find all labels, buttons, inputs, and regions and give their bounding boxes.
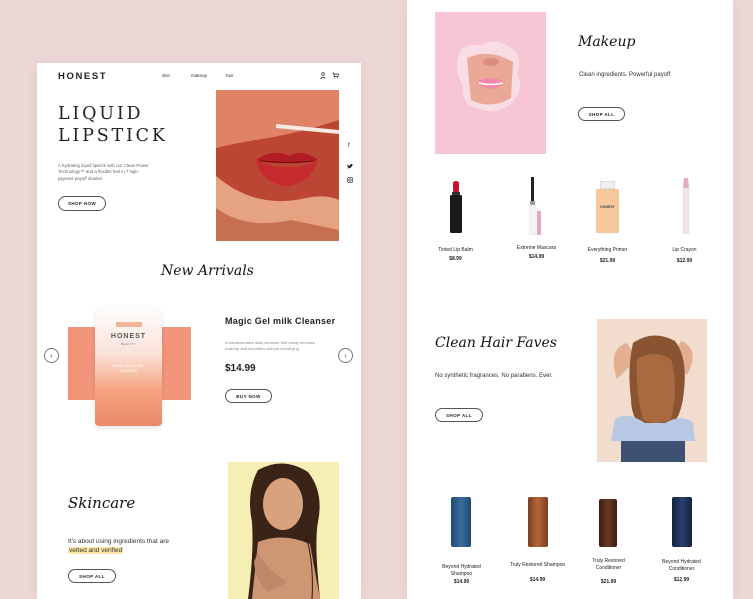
nav-link-makeup[interactable]: makeup xyxy=(191,73,207,78)
product-name[interactable]: Magic Gel milk Cleanser xyxy=(225,316,335,326)
product-name-mascara[interactable]: Extreme Mascara xyxy=(508,245,565,252)
makeup-image xyxy=(435,12,546,154)
hair-model-image xyxy=(597,319,707,462)
chevron-right-icon[interactable]: › xyxy=(338,348,353,363)
hero-title-line2: LIPSTICK xyxy=(58,126,168,146)
product-price-restored-conditioner: $21.99 xyxy=(600,579,617,585)
brand-logo[interactable]: HONEST xyxy=(58,71,107,82)
product-price-restored-shampoo: $14.99 xyxy=(529,577,546,583)
left-page-preview: HONEST skin makeup hair LIQUID LIPSTICK … xyxy=(37,63,361,599)
hair-shop-all-button[interactable]: SHOP ALL xyxy=(435,408,483,422)
product-name-beyond-conditioner[interactable]: Beyond Hydrated Conditioner xyxy=(653,559,710,573)
product-image-restored-conditioner[interactable] xyxy=(599,499,617,547)
product-price: $14.99 xyxy=(225,363,256,374)
product-name-lip-crayon[interactable]: Lip Crayon xyxy=(656,247,713,254)
skincare-model-image xyxy=(228,462,339,599)
cart-icon[interactable] xyxy=(332,72,339,79)
product-image-lip-balm[interactable] xyxy=(450,181,462,238)
facebook-icon[interactable]: f xyxy=(348,143,350,149)
product-name-primer[interactable]: Everything Primer xyxy=(579,247,636,254)
hair-subtitle: No synthetic fragrances. No parabens. Ev… xyxy=(435,373,553,379)
product-image-restored-shampoo[interactable] xyxy=(528,497,548,547)
user-icon[interactable] xyxy=(320,72,326,79)
buy-now-button[interactable]: BUY NOW xyxy=(225,389,272,403)
product-name-beyond-shampoo[interactable]: Beyond Hydrated Shampoo xyxy=(433,564,490,578)
right-page-preview: Makeup Clean ingredients. Powerful payof… xyxy=(407,0,733,599)
makeup-heading: Makeup xyxy=(578,34,636,50)
hero-lips-image xyxy=(216,90,339,241)
product-image-primer[interactable]: HONEST xyxy=(596,181,619,233)
nav-link-hair[interactable]: hair xyxy=(226,73,234,78)
product-image-beyond-conditioner[interactable] xyxy=(672,497,692,547)
product-price-primer: $21.99 xyxy=(599,258,616,264)
new-arrivals-heading: New Arrivals xyxy=(161,263,254,279)
makeup-subtitle: Clean ingredients. Powerful payoff xyxy=(579,72,671,78)
product-name-lip-balm[interactable]: Tinted Lip Balm xyxy=(427,247,484,254)
product-price-lip-crayon: $12.99 xyxy=(676,258,693,264)
product-name-restored-conditioner[interactable]: Truly Restored Conditioner xyxy=(580,558,637,572)
product-price-beyond-shampoo: $14.99 xyxy=(453,579,470,585)
skincare-shop-all-button[interactable]: SHOP ALL xyxy=(68,569,116,583)
skincare-text: It's about using ingredients that are ve… xyxy=(68,537,169,555)
hero-title-line1: LIQUID xyxy=(58,104,144,124)
product-price-lip-balm: $8.99 xyxy=(449,256,462,262)
product-price-mascara: $14.99 xyxy=(528,254,545,260)
hair-heading: Clean Hair Faves xyxy=(435,335,557,351)
tube-label: MAGIC GEL-TO-MILK CLEANSER xyxy=(112,364,145,373)
skincare-heading: Skincare xyxy=(68,494,136,512)
product-image-mascara[interactable] xyxy=(528,177,541,240)
nav-link-skin[interactable]: skin xyxy=(162,73,170,78)
instagram-icon[interactable] xyxy=(347,170,353,188)
product-description: A transformative daily cleanser that eas… xyxy=(225,340,316,351)
product-image-beyond-shampoo[interactable] xyxy=(451,497,471,547)
skincare-highlight: vetted and verified xyxy=(68,547,124,554)
chevron-left-icon[interactable]: ‹ xyxy=(44,348,59,363)
hero-title: LIQUID LIPSTICK xyxy=(58,103,168,147)
cleanser-tube-image: HONEST BEAUTY MAGIC GEL-TO-MILK CLEANSER xyxy=(95,306,162,426)
product-price-beyond-conditioner: $12.99 xyxy=(673,577,690,583)
makeup-shop-all-button[interactable]: SHOP ALL xyxy=(578,107,625,121)
tube-sub: BEAUTY xyxy=(120,342,136,346)
hero-description: A hydrating liquid lipstick with our Cle… xyxy=(58,163,149,181)
product-name-restored-shampoo[interactable]: Truly Restored Shampoo xyxy=(509,562,566,569)
shop-now-button[interactable]: SHOP NOW xyxy=(58,196,106,211)
primer-brand: HONEST xyxy=(600,205,615,209)
lips-photo-illustration xyxy=(216,90,339,241)
tube-brand: HONEST xyxy=(110,333,147,340)
skincare-text-line1: It's about using ingredients that are xyxy=(68,538,169,545)
product-image-lip-crayon[interactable] xyxy=(681,178,691,239)
